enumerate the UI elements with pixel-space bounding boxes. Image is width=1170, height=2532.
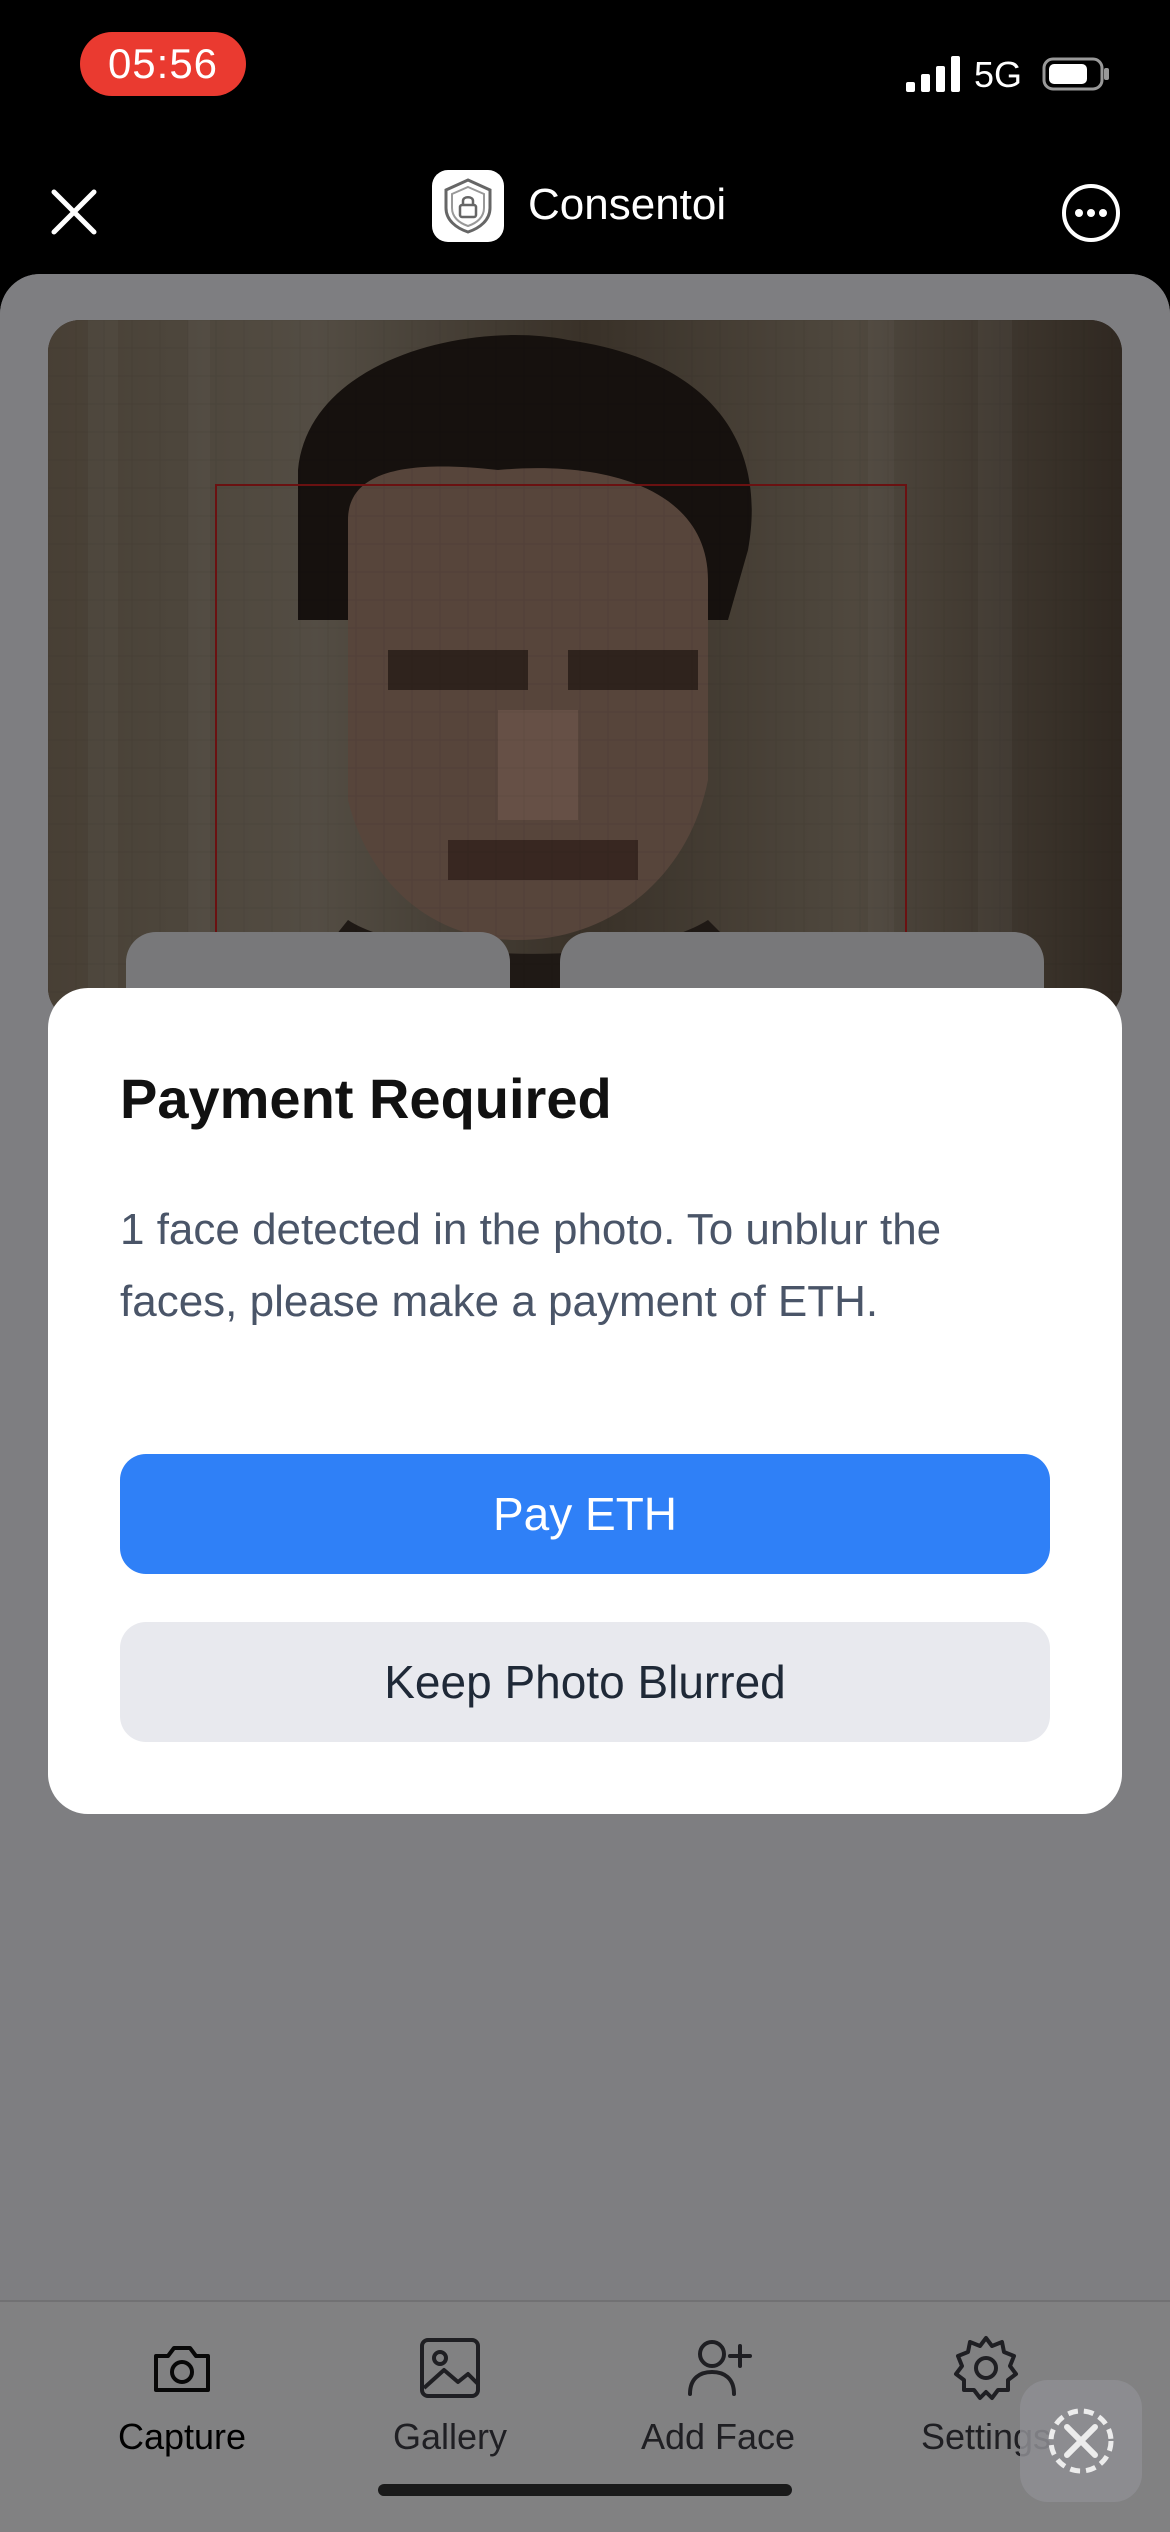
dialog-message: 1 face detected in the photo. To unblur … (120, 1205, 942, 1326)
app-title: Consentoi (528, 180, 727, 229)
network-type: 5G (974, 54, 1023, 95)
keep-photo-blurred-button[interactable]: Keep Photo Blurred (120, 1622, 1050, 1742)
signal-icon (906, 56, 960, 92)
home-indicator[interactable] (378, 2484, 792, 2496)
status-time[interactable]: 05:56 (80, 32, 246, 96)
pay-eth-button[interactable]: Pay ETH (120, 1454, 1050, 1574)
shield-lock-icon (444, 178, 492, 234)
battery-icon (1042, 57, 1109, 91)
tools-icon (1048, 2408, 1114, 2474)
payment-dialog: Payment Required 1 face detected in the … (48, 988, 1122, 1814)
close-icon[interactable] (44, 182, 104, 242)
app-header: Consentoi (0, 140, 1170, 274)
floating-tools-button[interactable] (1020, 2380, 1142, 2502)
app-logo (432, 170, 504, 242)
dialog-title: Payment Required (120, 1067, 612, 1130)
more-options-icon[interactable] (1060, 182, 1122, 244)
status-bar: 05:56 5G (0, 0, 1170, 140)
